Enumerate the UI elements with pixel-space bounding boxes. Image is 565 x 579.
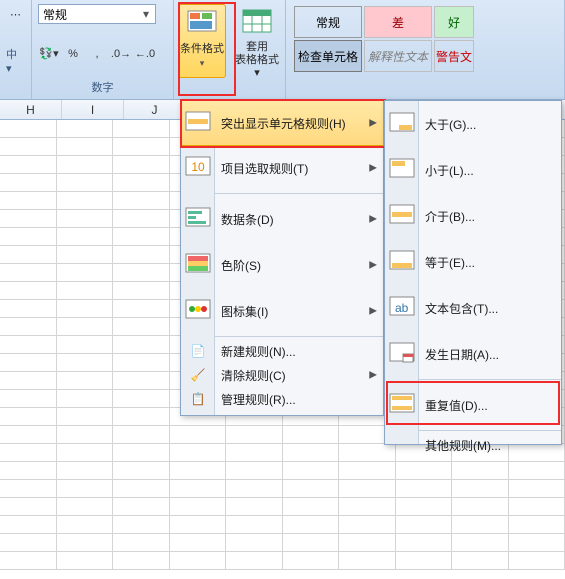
svg-text:10: 10 — [191, 160, 205, 174]
menu-colorscale[interactable]: 色阶(S) ▶ — [181, 242, 383, 288]
highlight-rules-icon — [183, 108, 213, 138]
group-number: 常规 ▾ 💱▾ % , .0→ ←.0 数字 — [32, 0, 174, 99]
arrow-right-icon: ▶ — [369, 118, 377, 129]
submenu-greater-than[interactable]: 大于(G)... — [385, 101, 561, 147]
new-rule-icon: 📄 — [189, 342, 207, 360]
topbottom-icon: 10 — [183, 153, 213, 183]
text-icon: ab — [387, 293, 417, 323]
separator — [419, 430, 561, 431]
submenu-other-rules[interactable]: 其他规则(M)... — [385, 433, 561, 457]
style-bad[interactable]: 差 — [364, 6, 432, 38]
between-icon — [387, 201, 417, 231]
submenu-text-contains[interactable]: ab 文本包含(T)... — [385, 285, 561, 331]
arrow-right-icon: ▶ — [369, 306, 377, 317]
table-fmt-label: 套用 表格格式▾ — [234, 41, 280, 80]
gt-icon — [387, 109, 417, 139]
group-cell-styles: 常规 检查单元格 差 解释性文本 好 警告文 — [286, 0, 565, 99]
submenu-date[interactable]: 发生日期(A)... — [385, 331, 561, 377]
databar-icon — [183, 204, 213, 234]
table-icon — [241, 9, 273, 39]
style-normal[interactable]: 常规 — [294, 6, 362, 38]
conditional-format-button[interactable]: 条件格式 ▾ — [178, 4, 226, 78]
arrow-right-icon: ▶ — [369, 163, 377, 174]
svg-text:ab: ab — [395, 301, 409, 315]
style-explain[interactable]: 解释性文本 — [364, 40, 432, 72]
highlight-rules-submenu: 大于(G)... 小于(L)... 介于(B)... 等于(E)... ab 文… — [384, 100, 562, 445]
style-good[interactable]: 好 — [434, 6, 474, 38]
group-number-label: 数字 — [38, 79, 167, 97]
style-warn[interactable]: 警告文 — [434, 40, 474, 72]
group-styles-buttons: 条件格式 ▾ 套用 表格格式▾ — [174, 0, 286, 99]
menu-manage-rules[interactable]: 📋 管理规则(R)... — [181, 387, 383, 411]
submenu-equal[interactable]: 等于(E)... — [385, 239, 561, 285]
date-icon — [387, 339, 417, 369]
style-check[interactable]: 检查单元格 — [294, 40, 362, 72]
comma-btn[interactable]: , — [86, 44, 108, 64]
menu-databar[interactable]: 数据条(D) ▶ — [181, 196, 383, 242]
menu-clear-rules[interactable]: 🧹 清除规则(C) ▶ — [181, 363, 383, 387]
chevron-down-icon: ▾ — [200, 58, 205, 69]
submenu-less-than[interactable]: 小于(L)... — [385, 147, 561, 193]
colorscale-icon — [183, 250, 213, 280]
group-partial-left: ⋯ 中 ▾ — [0, 0, 32, 99]
separator — [215, 193, 383, 194]
cond-fmt-label: 条件格式 — [180, 43, 224, 56]
arrow-right-icon: ▶ — [369, 370, 377, 381]
menu-iconset[interactable]: 图标集(I) ▶ — [181, 288, 383, 334]
unknown-btn[interactable]: ⋯ — [6, 4, 25, 24]
clear-icon: 🧹 — [189, 366, 207, 384]
menu-new-rule[interactable]: 📄 新建规则(N)... — [181, 339, 383, 363]
ribbon: ⋯ 中 ▾ 常规 ▾ 💱▾ % , .0→ ←.0 数字 条件格式 ▾ — [0, 0, 565, 100]
col-header[interactable]: J — [124, 100, 186, 119]
menu-topbottom-rules[interactable]: 10 项目选取规则(T) ▶ — [181, 145, 383, 191]
menu-highlight-rules[interactable]: 突出显示单元格规则(H) ▶ — [180, 100, 384, 146]
col-header[interactable]: I — [62, 100, 124, 119]
separator — [215, 336, 383, 337]
format-as-table-button[interactable]: 套用 表格格式▾ — [233, 4, 281, 78]
lt-icon — [387, 155, 417, 185]
arrow-right-icon: ▶ — [369, 260, 377, 271]
submenu-duplicate[interactable]: 重复值(D)... — [385, 382, 561, 428]
inc-decimal-btn[interactable]: .0→ — [110, 44, 132, 64]
dec-decimal-btn[interactable]: ←.0 — [134, 44, 156, 64]
conditional-format-icon — [186, 9, 218, 41]
separator — [419, 379, 561, 380]
percent-btn[interactable]: % — [62, 44, 84, 64]
col-header[interactable]: H — [0, 100, 62, 119]
number-format-combo[interactable]: 常规 ▾ — [38, 4, 156, 24]
arrow-right-icon: ▶ — [369, 214, 377, 225]
chevron-down-icon: ▾ — [141, 7, 151, 21]
eq-icon — [387, 247, 417, 277]
manage-icon: 📋 — [189, 390, 207, 408]
duplicate-icon — [387, 390, 417, 420]
iconset-icon — [183, 296, 213, 326]
submenu-between[interactable]: 介于(B)... — [385, 193, 561, 239]
number-format-value: 常规 — [43, 6, 67, 23]
cond-format-menu: 突出显示单元格规则(H) ▶ 10 项目选取规则(T) ▶ 数据条(D) ▶ 色… — [180, 100, 384, 416]
currency-btn[interactable]: 💱▾ — [38, 44, 60, 64]
